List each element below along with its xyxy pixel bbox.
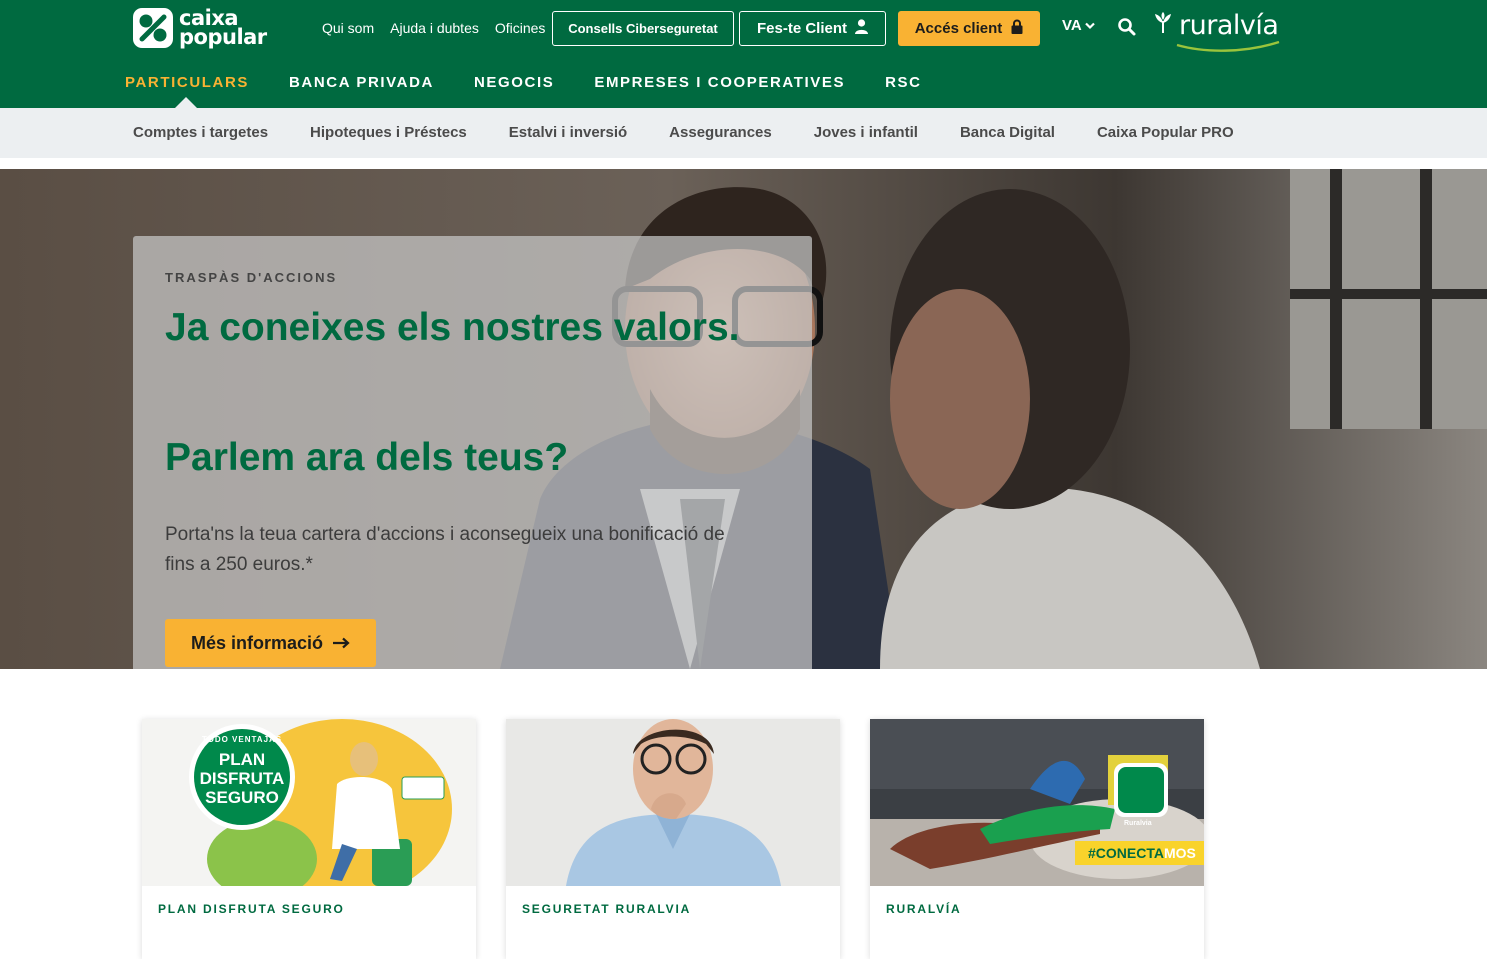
ruralvia-swoosh-icon bbox=[1176, 41, 1280, 52]
plan-disfruta-seguro-badge: TODO VENTAJAS PLAN DISFRUTA SEGURO bbox=[194, 731, 290, 807]
caixa-popular-logo[interactable]: caixa popular bbox=[133, 8, 267, 48]
link-qui-som[interactable]: Qui som bbox=[322, 19, 374, 37]
search-button[interactable] bbox=[1117, 17, 1137, 37]
card-image: Ruralvia #CONECTAMOS bbox=[870, 719, 1204, 886]
chevron-down-icon bbox=[1084, 17, 1095, 34]
ruralvia-app-label: Ruralvia bbox=[1124, 820, 1152, 827]
ruralvia-logo[interactable]: ruralvía bbox=[1151, 10, 1280, 52]
link-oficines[interactable]: Oficines bbox=[495, 19, 546, 37]
user-icon bbox=[855, 19, 868, 38]
language-selector[interactable]: VA bbox=[1062, 17, 1095, 34]
cybersecurity-tips-button[interactable]: Consells Ciberseguretat bbox=[552, 11, 734, 46]
arrow-right-icon bbox=[333, 633, 350, 654]
card-label: SEGURETAT RURALVIA bbox=[522, 902, 692, 916]
subnav-hipoteques-i-prestecs[interactable]: Hipoteques i Préstecs bbox=[310, 124, 467, 142]
caixa-popular-wordmark: caixa popular bbox=[179, 6, 267, 49]
client-login-button[interactable]: Accés client bbox=[898, 11, 1040, 46]
become-client-button[interactable]: Fes-te Client bbox=[739, 11, 886, 46]
ruralvia-wordmark: ruralvía bbox=[1179, 10, 1279, 41]
active-nav-indicator bbox=[175, 97, 197, 108]
nav-negocis[interactable]: NEGOCIS bbox=[474, 74, 554, 92]
search-icon bbox=[1117, 18, 1137, 41]
subnav-banca-digital[interactable]: Banca Digital bbox=[960, 124, 1055, 142]
card-label: RURALVÍA bbox=[886, 902, 962, 916]
become-client-label: Fes-te Client bbox=[756, 20, 847, 37]
subnav-estalvi-i-inversio[interactable]: Estalvi i inversió bbox=[509, 124, 627, 142]
conectamos-tag-secondary: MOS bbox=[1163, 845, 1196, 861]
card-image: TODO VENTAJAS PLAN DISFRUTA SEGURO bbox=[142, 719, 476, 886]
link-ajuda-i-dubtes[interactable]: Ajuda i dubtes bbox=[390, 19, 479, 37]
hero-description: Porta'ns la teua cartera d'accions i aco… bbox=[165, 524, 725, 575]
subnav-assegurances[interactable]: Assegurances bbox=[669, 124, 772, 142]
nav-particulars[interactable]: PARTICULARS bbox=[125, 74, 249, 92]
badge-line-1: PLAN bbox=[218, 750, 266, 769]
ruralvia-leaf-icon bbox=[1151, 11, 1175, 40]
sub-navigation: Comptes i targetes Hipoteques i Préstecs… bbox=[0, 108, 1487, 158]
client-login-label: Accés client bbox=[914, 20, 1003, 37]
conectamos-tag: #CONECTAMOS bbox=[1088, 845, 1196, 861]
subnav-caixa-popular-pro[interactable]: Caixa Popular PRO bbox=[1097, 124, 1234, 142]
hero-content-card: TRASPÀS D'ACCIONS Ja coneixes els nostre… bbox=[133, 236, 812, 669]
badge-small-text: TODO VENTAJAS bbox=[201, 735, 283, 744]
cybersecurity-tips-label: Consells Ciberseguretat bbox=[568, 21, 718, 36]
promo-card-seguretat-ruralvia[interactable]: SEGURETAT RURALVIA bbox=[506, 719, 840, 959]
subnav-comptes-i-targetes[interactable]: Comptes i targetes bbox=[133, 124, 268, 142]
promo-card-plan-disfruta-seguro[interactable]: TODO VENTAJAS PLAN DISFRUTA SEGURO PLAN … bbox=[142, 719, 476, 959]
hero-subtitle: Parlem ara dels teus? bbox=[165, 436, 569, 479]
conectamos-tag-primary: #CONECTA bbox=[1088, 845, 1164, 861]
utility-links: Qui som Ajuda i dubtes Oficines bbox=[322, 19, 545, 37]
hero-banner: TRASPÀS D'ACCIONS Ja coneixes els nostre… bbox=[0, 169, 1487, 669]
nav-empreses-i-cooperatives[interactable]: EMPRESES I COOPERATIVES bbox=[594, 74, 845, 92]
main-navigation: PARTICULARS BANCA PRIVADA NEGOCIS EMPRES… bbox=[125, 74, 922, 92]
nav-rsc[interactable]: RSC bbox=[885, 74, 921, 92]
subnav-joves-i-infantil[interactable]: Joves i infantil bbox=[814, 124, 918, 142]
badge-line-3: SEGURO bbox=[205, 788, 279, 807]
more-info-button[interactable]: Més informació bbox=[165, 619, 376, 667]
language-code: VA bbox=[1062, 17, 1082, 34]
top-header: caixa popular Qui som Ajuda i dubtes Ofi… bbox=[0, 0, 1487, 108]
card-label: PLAN DISFRUTA SEGURO bbox=[158, 902, 345, 916]
hero-eyebrow: TRASPÀS D'ACCIONS bbox=[165, 270, 338, 285]
nav-banca-privada[interactable]: BANCA PRIVADA bbox=[289, 74, 434, 92]
caixa-popular-logo-icon bbox=[133, 8, 173, 48]
more-info-label: Més informació bbox=[190, 632, 324, 653]
hero-title: Ja coneixes els nostres valors. bbox=[165, 306, 740, 349]
lock-icon bbox=[1011, 19, 1023, 38]
card-image bbox=[506, 719, 840, 886]
promo-card-ruralvia[interactable]: Ruralvia #CONECTAMOS RURALVÍA bbox=[870, 719, 1204, 959]
badge-line-2: DISFRUTA bbox=[199, 769, 285, 788]
